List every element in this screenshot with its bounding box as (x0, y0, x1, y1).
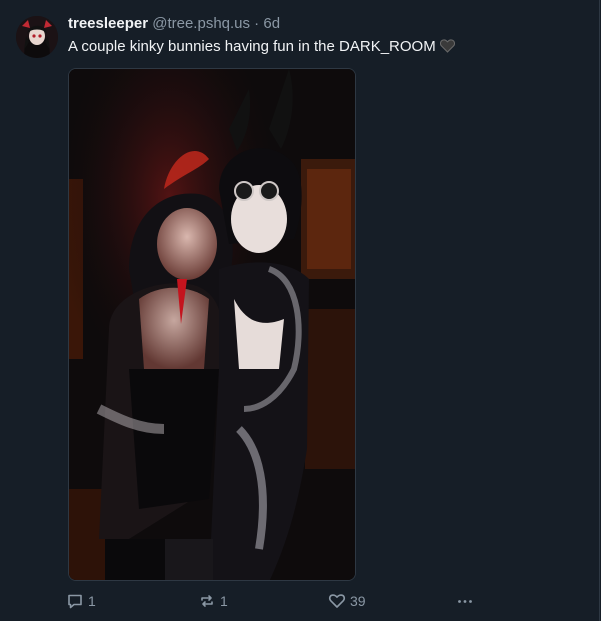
like-count: 39 (350, 593, 366, 609)
post-actions: 1 1 39 (66, 590, 486, 612)
heart-icon (328, 592, 346, 610)
post-header: treesleeper @tree.pshq.us · 6d (68, 14, 280, 34)
ellipsis-icon (456, 592, 474, 610)
reply-icon (66, 592, 84, 610)
repost-button[interactable]: 1 (198, 590, 228, 612)
author-handle[interactable]: @tree.pshq.us (152, 15, 250, 32)
repost-count: 1 (220, 593, 228, 609)
repost-icon (198, 592, 216, 610)
post-body: A couple kinky bunnies having fun in the… (68, 38, 436, 55)
column-divider (599, 0, 600, 621)
post-image[interactable] (68, 68, 356, 581)
meta-separator: · (250, 15, 264, 32)
author-name[interactable]: treesleeper (68, 15, 148, 32)
reply-count: 1 (88, 593, 96, 609)
avatar-image (16, 16, 58, 58)
reply-button[interactable]: 1 (66, 590, 96, 612)
black-heart-icon (439, 39, 455, 59)
post-time[interactable]: 6d (263, 15, 280, 32)
render-image (69, 69, 355, 580)
post-card[interactable]: treesleeper @tree.pshq.us · 6d A couple … (0, 0, 600, 621)
more-options-button[interactable] (456, 590, 474, 612)
avatar[interactable] (16, 16, 58, 58)
like-button[interactable]: 39 (328, 590, 366, 612)
post-text: A couple kinky bunnies having fun in the… (68, 37, 455, 59)
